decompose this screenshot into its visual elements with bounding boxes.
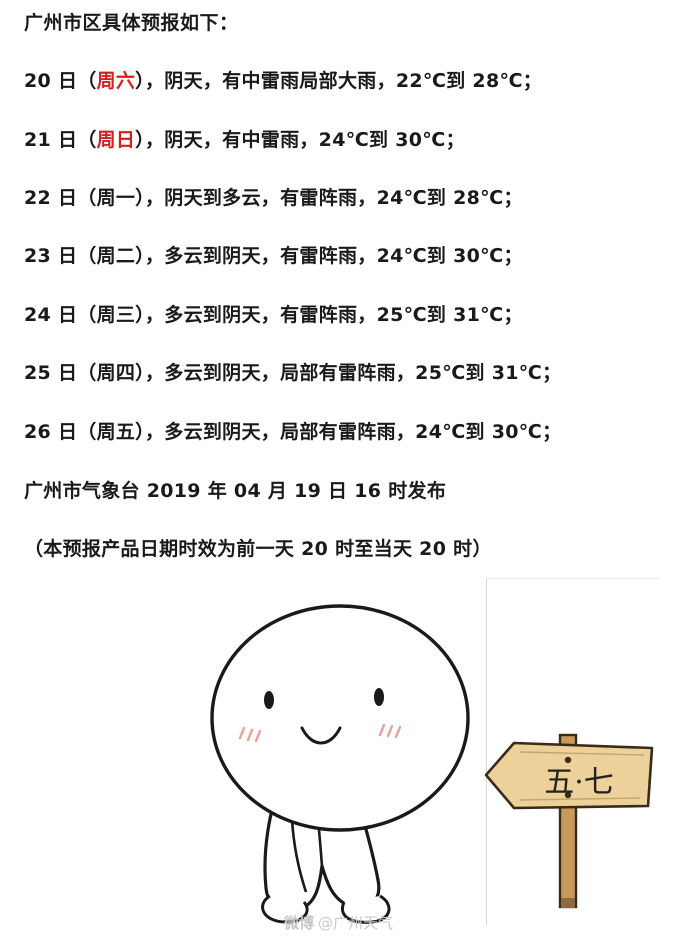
weibo-watermark: 微博 @广州天气 bbox=[284, 914, 394, 932]
forecast-line: 25 日（周四），多云到阴天，局部有雷阵雨，25℃到 31℃； bbox=[24, 362, 562, 384]
forecast-line: 23 日（周二），多云到阴天，有雷阵雨，24℃到 30℃； bbox=[24, 245, 523, 267]
forecast-line: 20 日（周六），阴天，有中雷雨局部大雨，22℃到 28℃； bbox=[24, 70, 543, 92]
weibo-logo: 微博 bbox=[284, 914, 315, 932]
character-eye-left bbox=[264, 691, 274, 709]
weekday-label: 周日 bbox=[96, 129, 136, 151]
character-head bbox=[210, 604, 470, 832]
weekday-label: 周一 bbox=[96, 187, 136, 209]
signpost-text: 五·七 bbox=[544, 765, 614, 800]
forecast-line: 24 日（周三），多云到阴天，有雷阵雨，25℃到 31℃； bbox=[24, 304, 523, 326]
forecast-heading: 广州市区具体预报如下： bbox=[24, 12, 239, 34]
weekday-label: 周三 bbox=[96, 304, 136, 326]
forecast-line: 22 日（周一），阴天到多云，有雷阵雨，24℃到 28℃； bbox=[24, 187, 523, 209]
forecast-line: 26 日（周五），多云到阴天，局部有雷阵雨，24℃到 30℃； bbox=[24, 421, 562, 443]
validity-note: （本预报产品日期时效为前一天 20 时至当天 20 时） bbox=[24, 538, 492, 560]
forecast-line: 21 日（周日），阴天，有中雷雨，24℃到 30℃； bbox=[24, 129, 465, 151]
issued-info: 广州市气象台 2019 年 04 月 19 日 16 时发布 bbox=[24, 480, 447, 502]
weekday-label: 周五 bbox=[96, 421, 136, 443]
weekday-label: 周四 bbox=[96, 362, 136, 384]
weekday-label: 周二 bbox=[96, 245, 136, 267]
weekday-label: 周六 bbox=[96, 70, 136, 92]
character-eye-right bbox=[374, 688, 384, 706]
